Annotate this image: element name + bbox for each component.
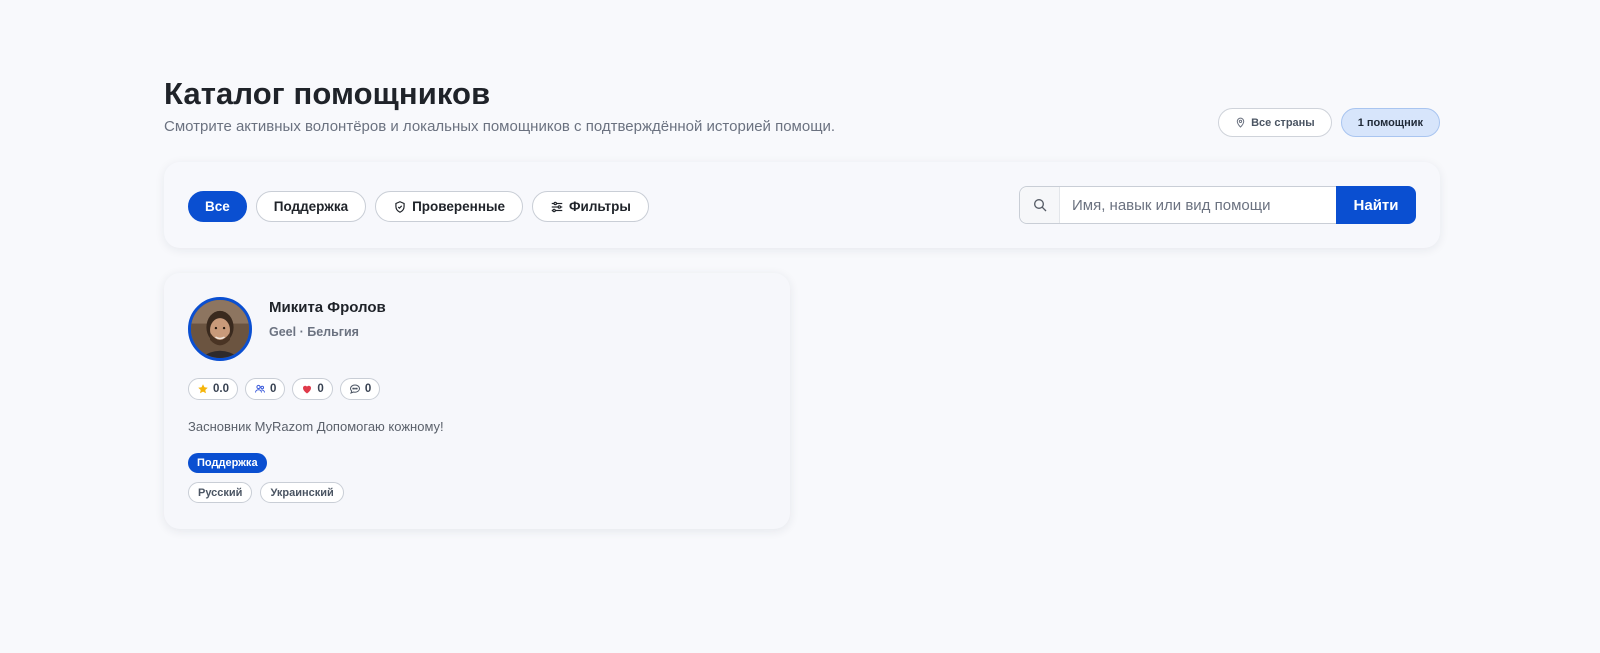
helper-stats: 0.0 0 0 0	[188, 378, 381, 400]
filter-chip-label: Фильтры	[569, 199, 631, 214]
language-tags: Русский Украинский	[188, 482, 344, 503]
avatar	[188, 297, 252, 361]
helper-location: Geel · Бельгия	[269, 325, 359, 339]
page-title: Каталог помощников	[164, 76, 491, 111]
avatar-photo	[191, 300, 249, 358]
likes-stat: 0	[292, 378, 333, 400]
connections-value: 0	[270, 383, 277, 395]
category-badge: Поддержка	[188, 453, 267, 473]
filter-chip-support[interactable]: Поддержка	[255, 191, 367, 222]
rating-stat: 0.0	[188, 378, 238, 400]
filter-chips: Все Поддержка Проверенные Фильтры	[188, 191, 649, 222]
helpers-catalog-page: Каталог помощников Смотрите активных вол…	[0, 0, 1600, 653]
rating-value: 0.0	[213, 383, 229, 395]
helpers-count-badge: 1 помощник	[1340, 108, 1440, 137]
header-actions: Все страны 1 помощник	[1218, 108, 1440, 137]
search-button[interactable]: Найти	[1336, 186, 1416, 224]
search-form: Найти	[1019, 186, 1416, 224]
helper-name[interactable]: Микита Фролов	[269, 299, 386, 316]
country-filter-button[interactable]: Все страны	[1218, 108, 1332, 137]
helper-card[interactable]: Микита Фролов Geel · Бельгия 0.0 0 0 0 З…	[164, 273, 790, 529]
helper-bio: Засновник MyRazom Допомогаю кожному!	[188, 419, 444, 434]
language-tag: Украинский	[260, 482, 344, 503]
filter-chip-filters[interactable]: Фильтры	[532, 191, 649, 222]
users-icon	[255, 384, 265, 393]
comments-value: 0	[364, 383, 372, 395]
filter-bar: Все Поддержка Проверенные Фильтры Имя, н…	[164, 162, 1440, 248]
search-box	[1019, 186, 1336, 224]
connections-stat: 0	[245, 378, 286, 400]
shield-icon	[395, 200, 405, 213]
filter-chip-label: Все	[205, 199, 230, 214]
country-filter-label: Все страны	[1251, 116, 1315, 129]
sliders-icon	[551, 201, 563, 212]
page-header: Каталог помощников Смотрите активных вол…	[164, 76, 1440, 137]
likes-value: 0	[317, 383, 324, 395]
heart-icon	[303, 385, 312, 394]
filter-chip-label: Поддержка	[273, 199, 349, 214]
filter-chip-verified[interactable]: Проверенные	[375, 191, 524, 222]
comment-icon	[349, 384, 360, 394]
search-icon	[1033, 199, 1046, 212]
filter-chip-label: Проверенные	[412, 199, 506, 214]
search-icon-wrap	[1020, 187, 1060, 223]
location-pin-icon	[1236, 117, 1245, 128]
star-icon	[198, 384, 208, 394]
search-input[interactable]	[1060, 187, 1336, 223]
filter-chip-all[interactable]: Все	[188, 191, 247, 222]
helpers-count-label: 1 помощник	[1357, 116, 1423, 129]
comments-stat: 0	[339, 378, 381, 400]
language-tag: Русский	[188, 482, 253, 503]
